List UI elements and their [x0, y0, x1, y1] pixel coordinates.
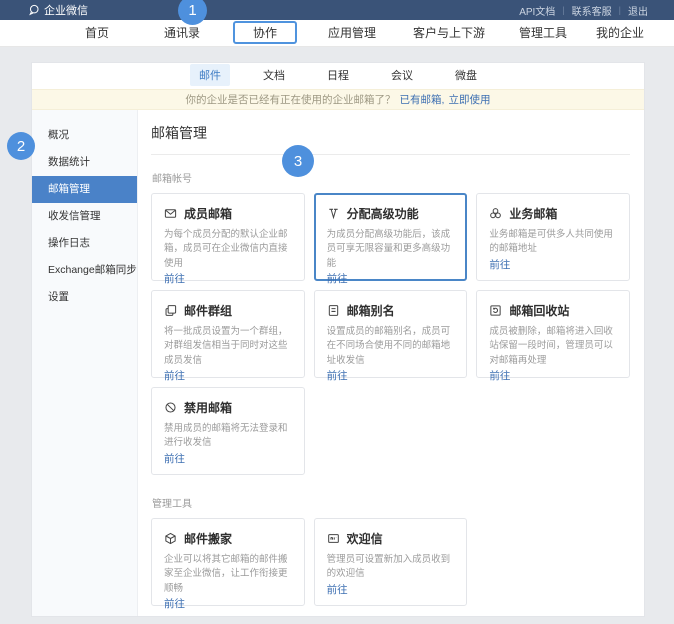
nav-item-customers[interactable]: 客户与上下游 [413, 20, 485, 47]
card-description: 成员被删除，邮箱将进入回收站保留一段时间，管理员可以对邮箱再处理 [489, 325, 617, 368]
go-link-mail-group[interactable]: 前往 [164, 368, 292, 383]
go-link-mail-migration[interactable]: 前往 [164, 596, 292, 611]
annotation-step-2-badge: 2 [7, 132, 35, 160]
card-title: 邮件搬家 [184, 530, 232, 547]
main-navbar: 首页 通讯录 协作 应用管理 客户与上下游 管理工具 我的企业 [0, 20, 674, 47]
sidebar-item-settings[interactable]: 设置 [32, 284, 137, 311]
nav-item-app-management[interactable]: 应用管理 [328, 20, 376, 47]
card-description: 设置成员的邮箱别名，成员可在不同场合使用不同的邮箱地址收发信 [327, 325, 455, 368]
card-description: 为每个成员分配的默认企业邮箱，成员可在企业微信内直接使用 [164, 228, 292, 271]
ban-icon [164, 401, 177, 414]
go-link-recycle-bin[interactable]: 前往 [489, 368, 617, 383]
card-mail-group: 邮件群组 将一批成员设置为一个群组，对群组发信相当于同时对这些成员发信 前往 [151, 290, 305, 378]
contact-support-link[interactable]: 联系客服 [572, 3, 612, 18]
admin-tools-grid: 邮件搬家 企业可以将其它邮箱的邮件搬家至企业微信，让工作衔接更顺畅 前往 [151, 518, 630, 606]
tab-drive[interactable]: 微盘 [446, 64, 486, 86]
card-disabled-mailbox: 禁用邮箱 禁用成员的邮箱将无法登录和进行收发信 前往 [151, 387, 305, 475]
mailbox-management-main: 邮箱管理 邮箱帐号 成员邮箱 为每个成员分配的默认企业邮箱，成员可在企业微信内直… [138, 110, 644, 616]
card-title: 分配高级功能 [347, 205, 419, 222]
shared-mailbox-icon [489, 207, 502, 220]
card-title: 邮箱回收站 [509, 302, 569, 319]
card-title: 成员邮箱 [184, 205, 232, 222]
alias-icon [327, 304, 340, 317]
card-title: 邮件群组 [184, 302, 232, 319]
card-description: 禁用成员的邮箱将无法登录和进行收发信 [164, 422, 292, 451]
sidebar-item-overview[interactable]: 概况 [32, 122, 137, 149]
sidebar-item-operation-log[interactable]: 操作日志 [32, 230, 137, 257]
vip-icon [327, 207, 340, 220]
nav-item-home[interactable]: 首页 [85, 20, 109, 47]
card-welcome-letter: 欢迎信 管理员可设置新加入成员收到的欢迎信 前往 [314, 518, 468, 606]
annotation-step-3-badge: 3 [282, 145, 314, 177]
section-label-mailbox-accounts: 邮箱帐号 [152, 170, 630, 185]
go-link-business-mailbox[interactable]: 前往 [489, 257, 617, 272]
welcome-letter-icon [327, 532, 340, 545]
existing-mailbox-link[interactable]: 已有邮箱, [400, 92, 445, 107]
tab-mail[interactable]: 邮件 [190, 64, 230, 86]
card-description: 管理员可设置新加入成员收到的欢迎信 [327, 553, 455, 582]
card-description: 企业可以将其它邮箱的邮件搬家至企业微信，让工作衔接更顺畅 [164, 553, 292, 596]
nav-item-my-company[interactable]: 我的企业 [596, 20, 644, 47]
card-description: 将一批成员设置为一个群组，对群组发信相当于同时对这些成员发信 [164, 325, 292, 368]
tab-calendar[interactable]: 日程 [318, 64, 358, 86]
sidebar-item-statistics[interactable]: 数据统计 [32, 149, 137, 176]
sidebar-item-mailbox-management[interactable]: 邮箱管理 [32, 176, 137, 203]
api-doc-link[interactable]: API文档 [519, 3, 555, 18]
logout-link[interactable]: 退出 [628, 3, 648, 18]
go-link-mailbox-alias[interactable]: 前往 [327, 368, 455, 383]
app-logo-text: 企业微信 [44, 2, 88, 18]
tab-meeting[interactable]: 会议 [382, 64, 422, 86]
card-mailbox-alias: 邮箱别名 设置成员的邮箱别名，成员可在不同场合使用不同的邮箱地址收发信 前往 [314, 290, 468, 378]
use-now-link[interactable]: 立即使用 [448, 92, 490, 107]
card-description: 为成员分配高级功能后，该成员可享无限容量和更多高级功能 [327, 228, 455, 271]
package-icon [164, 532, 177, 545]
card-title: 禁用邮箱 [184, 399, 232, 416]
tab-docs[interactable]: 文档 [254, 64, 294, 86]
nav-item-collaboration[interactable]: 协作 [253, 20, 277, 47]
notice-text: 你的企业是否已经有正在使用的企业邮箱了？ [186, 92, 396, 107]
divider: | [619, 5, 621, 15]
card-title: 业务邮箱 [509, 205, 557, 222]
existing-mailbox-notice: 你的企业是否已经有正在使用的企业邮箱了？ 已有邮箱, 立即使用 [32, 89, 644, 110]
mail-settings-sidebar: 概况 数据统计 邮箱管理 收发信管理 操作日志 Exchange邮箱同步 设置 [32, 110, 138, 616]
envelope-icon [164, 207, 177, 220]
recycle-icon [489, 304, 502, 317]
card-member-mailbox: 成员邮箱 为每个成员分配的默认企业邮箱，成员可在企业微信内直接使用 前往 [151, 193, 305, 281]
mail-group-icon [164, 304, 177, 317]
chat-bubble-icon [28, 4, 40, 16]
annotation-highlight-box-collaboration [233, 21, 297, 44]
go-link-disabled-mailbox[interactable]: 前往 [164, 451, 292, 466]
sidebar-item-exchange-sync[interactable]: Exchange邮箱同步 [32, 257, 137, 284]
content-panel: 邮件 文档 日程 会议 微盘 你的企业是否已经有正在使用的企业邮箱了？ 已有邮箱… [31, 62, 645, 617]
card-title: 邮箱别名 [347, 302, 395, 319]
app-logo: 企业微信 [28, 2, 88, 18]
card-description: 业务邮箱是可供多人共同使用的邮箱地址 [489, 228, 617, 257]
go-link-assign-premium[interactable]: 前往 [327, 271, 455, 286]
card-title: 欢迎信 [347, 530, 383, 547]
go-link-welcome-letter[interactable]: 前往 [327, 582, 455, 597]
divider: | [562, 5, 564, 15]
topbar: 企业微信 API文档 | 联系客服 | 退出 [0, 0, 674, 20]
card-business-mailbox: 业务邮箱 业务邮箱是可供多人共同使用的邮箱地址 前往 [476, 193, 630, 281]
mailbox-accounts-grid: 成员邮箱 为每个成员分配的默认企业邮箱，成员可在企业微信内直接使用 前往 分配高… [151, 193, 630, 475]
page-title: 邮箱管理 [151, 123, 630, 155]
card-mail-migration: 邮件搬家 企业可以将其它邮箱的邮件搬家至企业微信，让工作衔接更顺畅 前往 [151, 518, 305, 606]
collaboration-subtabs: 邮件 文档 日程 会议 微盘 [32, 63, 644, 89]
section-label-admin-tools: 管理工具 [152, 495, 630, 510]
nav-item-admin-tools[interactable]: 管理工具 [519, 20, 567, 47]
card-assign-premium-features: 分配高级功能 为成员分配高级功能后，该成员可享无限容量和更多高级功能 前往 [314, 193, 468, 281]
card-mailbox-recycle-bin: 邮箱回收站 成员被删除，邮箱将进入回收站保留一段时间，管理员可以对邮箱再处理 前… [476, 290, 630, 378]
sidebar-item-send-receive[interactable]: 收发信管理 [32, 203, 137, 230]
go-link-member-mailbox[interactable]: 前往 [164, 271, 292, 286]
